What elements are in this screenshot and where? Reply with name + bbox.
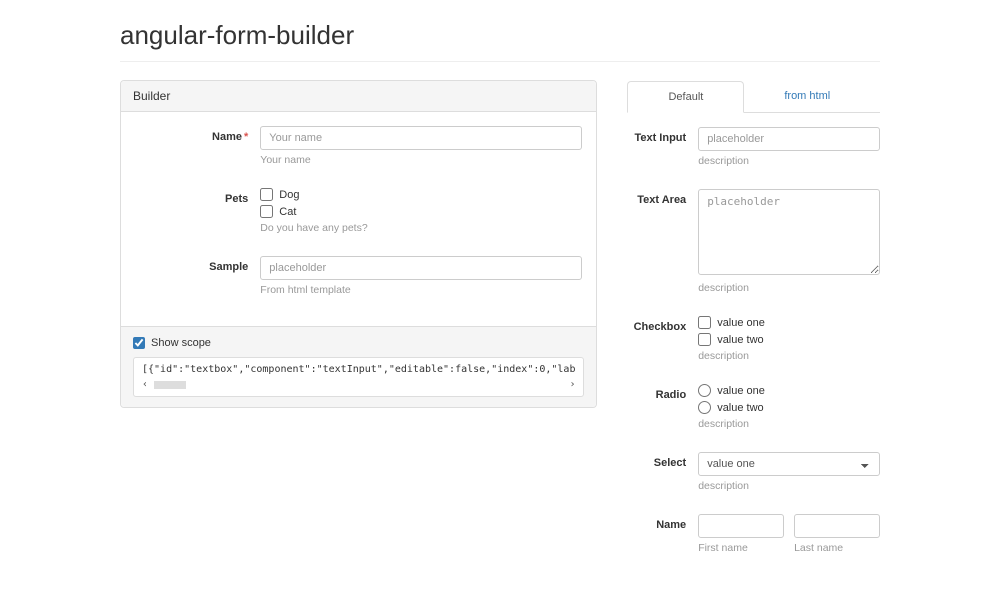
checkbox-1[interactable] <box>698 316 711 329</box>
radio-option-1[interactable]: value one <box>698 384 880 397</box>
checkbox-option-2[interactable]: value two <box>698 333 880 346</box>
name-label: Name* <box>135 126 260 166</box>
radio-1[interactable] <box>698 384 711 397</box>
pets-option-dog[interactable]: Dog <box>260 188 582 201</box>
name-help: Your name <box>260 154 582 166</box>
field-name-pair: Name First name Last name <box>627 514 880 554</box>
tab-from-html[interactable]: from html <box>744 81 870 113</box>
first-name-help: First name <box>698 542 784 554</box>
field-text-input: Text Input description <box>627 127 880 167</box>
tab-default[interactable]: Default <box>627 81 744 113</box>
pets-checkbox-cat[interactable] <box>260 205 273 218</box>
checkbox-label: Checkbox <box>627 316 698 362</box>
field-text-area: Text Area description <box>627 189 880 294</box>
last-name-input[interactable] <box>794 514 880 538</box>
field-name: Name* Your name <box>135 126 582 166</box>
field-radio: Radio value one value two description <box>627 384 880 430</box>
last-name-help: Last name <box>794 542 880 554</box>
main-columns: Builder Name* Your name Pets <box>120 80 880 570</box>
select-field[interactable]: value one <box>698 452 880 476</box>
builder-heading: Builder <box>121 81 596 112</box>
select-help: description <box>698 480 880 492</box>
scope-code: [{"id":"textbox","component":"textInput"… <box>133 357 584 397</box>
name-input[interactable] <box>260 126 582 150</box>
divider <box>120 61 880 62</box>
radio-option-2[interactable]: value two <box>698 401 880 414</box>
preview-tabs: Default from html <box>627 80 880 113</box>
pets-label: Pets <box>135 188 260 234</box>
radio-help: description <box>698 418 880 430</box>
select-label: Select <box>627 452 698 492</box>
pets-checkbox-dog[interactable] <box>260 188 273 201</box>
field-pets: Pets Dog Cat Do you have any pets? <box>135 188 582 234</box>
field-checkbox: Checkbox value one value two description <box>627 316 880 362</box>
sample-label: Sample <box>135 256 260 296</box>
sample-input[interactable] <box>260 256 582 280</box>
scope-scrollbar[interactable]: ‹ › <box>142 379 575 390</box>
builder-body: Name* Your name Pets Dog <box>121 112 596 326</box>
pets-option-cat[interactable]: Cat <box>260 205 582 218</box>
text-area-field[interactable] <box>698 189 880 275</box>
builder-footer: Show scope [{"id":"textbox","component":… <box>121 326 596 407</box>
radio-label: Radio <box>627 384 698 430</box>
field-sample: Sample From html template <box>135 256 582 296</box>
show-scope-checkbox[interactable] <box>133 337 145 349</box>
checkbox-option-1[interactable]: value one <box>698 316 880 329</box>
text-area-label: Text Area <box>627 189 698 294</box>
radio-2[interactable] <box>698 401 711 414</box>
scroll-thumb[interactable] <box>154 381 186 389</box>
builder-panel: Builder Name* Your name Pets <box>120 80 597 408</box>
name-pair-label: Name <box>627 514 698 554</box>
checkbox-2[interactable] <box>698 333 711 346</box>
field-select: Select value one description <box>627 452 880 492</box>
first-name-input[interactable] <box>698 514 784 538</box>
scroll-left-icon[interactable]: ‹ <box>142 379 148 390</box>
sample-help: From html template <box>260 284 582 296</box>
scroll-right-icon[interactable]: › <box>569 379 575 390</box>
text-input-label: Text Input <box>627 127 698 167</box>
checkbox-help: description <box>698 350 880 362</box>
preview-column: Default from html Text Input description… <box>627 80 880 570</box>
text-area-help: description <box>698 282 880 294</box>
page-title: angular-form-builder <box>120 20 880 51</box>
text-input-help: description <box>698 155 880 167</box>
required-asterisk: * <box>244 131 248 143</box>
text-input-field[interactable] <box>698 127 880 151</box>
builder-column: Builder Name* Your name Pets <box>120 80 597 570</box>
pets-help: Do you have any pets? <box>260 222 582 234</box>
show-scope-toggle[interactable]: Show scope <box>133 337 584 349</box>
